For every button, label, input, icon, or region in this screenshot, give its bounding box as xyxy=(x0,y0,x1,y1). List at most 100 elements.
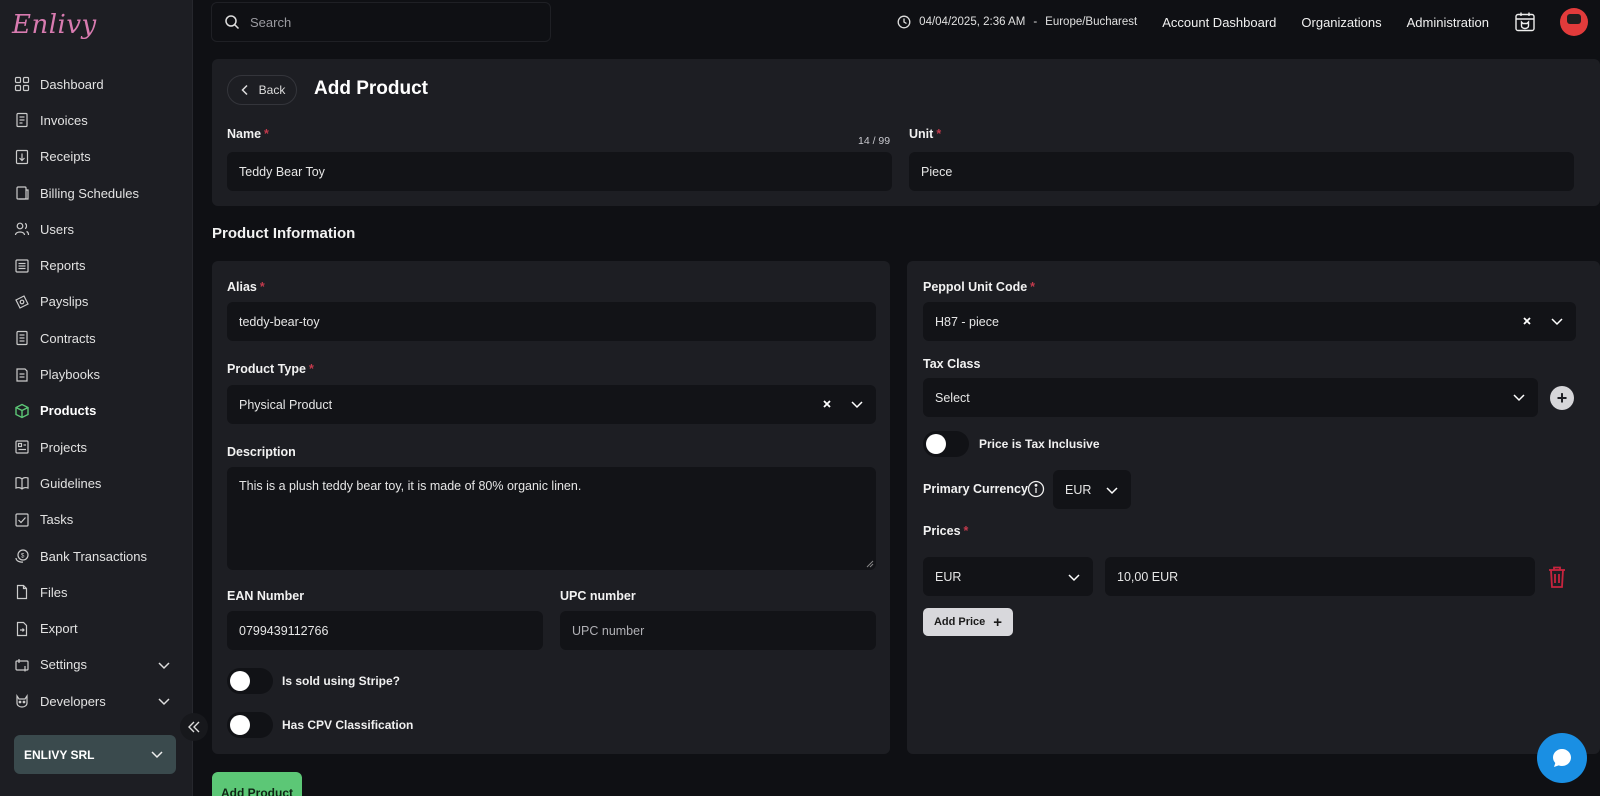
sidebar-item-dashboard[interactable]: Dashboard xyxy=(0,66,193,102)
account-dashboard-link[interactable]: Account Dashboard xyxy=(1162,15,1276,30)
plus-icon: + xyxy=(993,613,1003,631)
prices-label-text: Prices xyxy=(923,524,961,538)
stripe-toggle[interactable] xyxy=(227,668,273,694)
sidebar-item-users[interactable]: Users xyxy=(0,211,193,247)
ean-input[interactable]: 0799439112766 xyxy=(227,611,543,650)
sidebar-item-billing-schedules[interactable]: Billing Schedules xyxy=(0,175,193,211)
required-mark: * xyxy=(264,127,269,141)
sidebar-item-products[interactable]: Products xyxy=(0,393,193,429)
chevron-left-icon xyxy=(241,84,248,96)
peppol-unit-code-select[interactable]: H87 - piece xyxy=(923,302,1576,341)
sidebar-item-label: Bank Transactions xyxy=(40,548,147,564)
sidebar-item-developers[interactable]: Developers xyxy=(0,683,193,719)
user-avatar[interactable] xyxy=(1560,8,1588,36)
sidebar-item-label: Settings xyxy=(40,657,87,673)
product-type-select[interactable]: Physical Product xyxy=(227,385,876,424)
name-label: Name * xyxy=(227,127,269,141)
unit-input[interactable]: Piece xyxy=(909,152,1574,191)
tax-inclusive-toggle[interactable] xyxy=(923,431,969,457)
primary-currency-select[interactable]: EUR xyxy=(1053,470,1131,509)
price-amount-input[interactable]: 10,00 EUR xyxy=(1105,557,1535,596)
chevron-down-icon xyxy=(1068,574,1080,582)
chat-support-button[interactable] xyxy=(1537,733,1587,783)
sidebar-item-contracts[interactable]: Contracts xyxy=(0,320,193,356)
sidebar-item-payslips[interactable]: Payslips xyxy=(0,284,193,320)
dashboard-icon xyxy=(14,76,30,92)
chevron-down-icon[interactable] xyxy=(1512,390,1526,404)
double-chevron-left-icon xyxy=(188,721,200,733)
add-tax-class-button[interactable]: + xyxy=(1550,386,1574,410)
calendar-cat-icon[interactable] xyxy=(1514,11,1536,33)
sidebar-item-label: Files xyxy=(40,584,68,600)
playbooks-icon xyxy=(14,367,30,383)
organizations-link[interactable]: Organizations xyxy=(1301,15,1381,30)
tax-class-select[interactable]: Select xyxy=(923,378,1538,417)
sidebar-item-bank-transactions[interactable]: $ Bank Transactions xyxy=(0,538,193,574)
search-input[interactable]: Search xyxy=(211,2,551,42)
chevron-down-icon xyxy=(151,751,163,759)
chevron-down-icon[interactable] xyxy=(157,694,171,708)
tax-class-placeholder: Select xyxy=(935,390,970,405)
price-currency-value: EUR xyxy=(935,569,962,584)
peppol-unit-code-label: Peppol Unit Code * xyxy=(923,280,1035,294)
cpv-toggle[interactable] xyxy=(227,712,273,738)
sidebar-item-settings[interactable]: Settings xyxy=(0,647,193,683)
section-title: Product Information xyxy=(212,225,356,242)
alias-input[interactable]: teddy-bear-toy xyxy=(227,302,876,341)
sidebar-item-label: Contracts xyxy=(40,330,96,346)
sidebar-item-reports[interactable]: Reports xyxy=(0,247,193,283)
product-info-left-card: Alias * teddy-bear-toy Product Type * Phys… xyxy=(212,261,890,754)
sidebar-item-label: Users xyxy=(40,221,74,237)
sidebar-item-export[interactable]: Export xyxy=(0,610,193,646)
product-type-label-text: Product Type xyxy=(227,362,306,376)
page-title: Add Product xyxy=(314,78,428,99)
sidebar-item-receipts[interactable]: Receipts xyxy=(0,139,193,175)
chevron-down-icon[interactable] xyxy=(157,658,171,672)
upc-label: UPC number xyxy=(560,589,636,603)
trash-icon[interactable] xyxy=(1547,565,1567,589)
required-mark: * xyxy=(963,524,969,538)
sidebar-item-playbooks[interactable]: Playbooks xyxy=(0,356,193,392)
sidebar-item-files[interactable]: Files xyxy=(0,574,193,610)
name-input[interactable]: Teddy Bear Toy xyxy=(227,152,892,191)
sidebar-item-tasks[interactable]: Tasks xyxy=(0,502,193,538)
add-product-submit-button[interactable]: Add Product xyxy=(212,772,302,796)
cpv-toggle-label: Has CPV Classification xyxy=(282,718,414,732)
sidebar-nav: Dashboard Invoices Receipts Billing Sche… xyxy=(0,66,193,719)
bank-icon: $ xyxy=(14,548,30,564)
clear-icon[interactable] xyxy=(1520,314,1534,328)
product-info-right-card: Peppol Unit Code * H87 - piece Tax Class … xyxy=(907,261,1600,754)
chevron-down-icon[interactable] xyxy=(1550,314,1564,328)
resize-handle-icon[interactable] xyxy=(866,560,874,568)
description-textarea[interactable]: This is a plush teddy bear toy, it is ma… xyxy=(227,467,876,570)
clear-icon[interactable] xyxy=(820,397,834,411)
chevron-down-icon[interactable] xyxy=(850,397,864,411)
sidebar-item-projects[interactable]: Projects xyxy=(0,429,193,465)
sidebar-item-label: Receipts xyxy=(40,149,91,165)
sidebar-item-label: Guidelines xyxy=(40,475,102,491)
name-label-text: Name xyxy=(227,127,262,141)
upc-input[interactable]: UPC number xyxy=(560,611,876,650)
sidebar-item-label: Invoices xyxy=(40,112,88,128)
price-currency-select[interactable]: EUR xyxy=(923,557,1093,596)
sidebar-item-label: Export xyxy=(40,621,78,637)
organization-name: ENLIVY SRL xyxy=(24,747,95,762)
ean-label: EAN Number xyxy=(227,589,305,603)
description-label: Description xyxy=(227,445,296,459)
sidebar-item-guidelines[interactable]: Guidelines xyxy=(0,465,193,501)
add-price-button[interactable]: Add Price + xyxy=(923,608,1013,636)
select-controls xyxy=(1520,314,1564,328)
organization-select[interactable]: ENLIVY SRL xyxy=(14,735,176,774)
administration-link[interactable]: Administration xyxy=(1407,15,1489,30)
back-button[interactable]: Back xyxy=(227,75,297,105)
tax-class-label: Tax Class xyxy=(923,357,981,371)
reports-icon xyxy=(14,258,30,274)
collapse-sidebar-button[interactable] xyxy=(180,713,208,741)
peppol-label-text: Peppol Unit Code xyxy=(923,280,1028,294)
add-price-label: Add Price xyxy=(933,616,986,628)
settings-icon xyxy=(14,657,30,673)
app-logo[interactable]: Enlivy xyxy=(12,10,97,40)
info-icon[interactable] xyxy=(1027,480,1045,498)
unit-value: Piece xyxy=(921,164,953,179)
sidebar-item-invoices[interactable]: Invoices xyxy=(0,102,193,138)
